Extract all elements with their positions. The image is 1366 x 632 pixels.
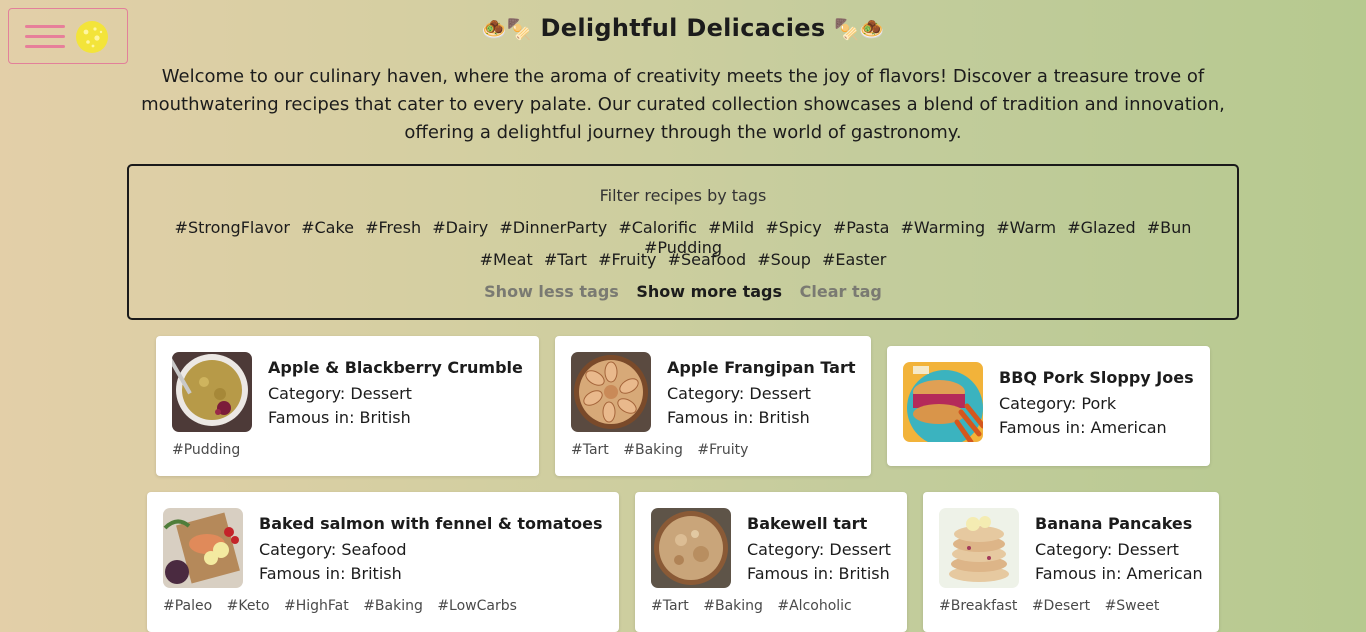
recipe-tag[interactable]: #Fruity [697, 442, 748, 458]
recipe-image [651, 508, 731, 588]
recipe-image [939, 508, 1019, 588]
recipe-tags: #Tart #Baking #Alcoholic [651, 598, 862, 614]
tag-filter-item[interactable]: #Seafood [668, 250, 747, 270]
recipe-name: Apple Frangipan Tart [667, 358, 856, 377]
recipe-category: Category: Pork [999, 394, 1117, 413]
recipe-tag[interactable]: #Pudding [172, 442, 240, 458]
recipe-area: Famous in: British [667, 408, 810, 427]
recipe-tag[interactable]: #Baking [623, 442, 683, 458]
filter-label: Filter recipes by tags [599, 186, 767, 205]
recipe-name: BBQ Pork Sloppy Joes [999, 368, 1194, 387]
show-less-tags-button[interactable]: Show less tags [484, 282, 619, 301]
recipe-info: BBQ Pork Sloppy Joes Category: Pork Famo… [999, 368, 1194, 440]
recipe-tag[interactable]: #Sweet [1105, 598, 1160, 614]
recipe-image [163, 508, 243, 588]
tag-filter-item[interactable]: #DinnerParty [499, 218, 607, 238]
tag-filter-item[interactable]: #Glazed [1067, 218, 1135, 238]
recipe-tags: #Tart #Baking #Fruity [571, 442, 758, 458]
recipe-name: Baked salmon with fennel & tomatoes [259, 514, 603, 533]
tag-filter-item[interactable]: #Easter [822, 250, 886, 270]
recipe-card[interactable]: Baked salmon with fennel & tomatoes Cate… [147, 492, 619, 632]
recipe-tag[interactable]: #Alcoholic [777, 598, 851, 614]
tag-filter-item[interactable]: #Spicy [765, 218, 821, 238]
tag-filter-item[interactable]: #Cake [301, 218, 354, 238]
tag-filter-item[interactable]: #Warm [996, 218, 1056, 238]
tag-filter-item[interactable]: #Pasta [833, 218, 890, 238]
recipe-area: Famous in: British [747, 564, 890, 583]
clear-tag-button[interactable]: Clear tag [800, 282, 882, 301]
recipe-category: Category: Seafood [259, 540, 407, 559]
intro-paragraph: Welcome to our culinary haven, where the… [141, 66, 1225, 143]
recipe-tags: #Breakfast #Desert #Sweet [939, 598, 1169, 614]
recipe-card[interactable]: Bakewell tart Category: Dessert Famous i… [635, 492, 907, 632]
recipe-category: Category: Dessert [268, 384, 412, 403]
recipe-category: Category: Dessert [1035, 540, 1179, 559]
tag-filter-item[interactable]: #Soup [757, 250, 811, 270]
tag-row-2: #Meat #Tart #Fruity #Seafood #Soup #East… [129, 250, 1237, 270]
recipe-area: Famous in: American [1035, 564, 1203, 583]
recipe-info: Apple & Blackberry Crumble Category: Des… [268, 358, 523, 430]
show-more-tags-button[interactable]: Show more tags [636, 282, 782, 301]
recipe-tag[interactable]: #HighFat [284, 598, 349, 614]
page-title-text: Delightful Delicacies [540, 14, 826, 42]
recipe-card[interactable]: Apple Frangipan Tart Category: Dessert F… [555, 336, 871, 476]
tag-filter-item[interactable]: #Mild [708, 218, 754, 238]
recipe-info: Banana Pancakes Category: Dessert Famous… [1035, 514, 1203, 586]
recipe-category: Category: Dessert [747, 540, 891, 559]
recipe-image [903, 362, 983, 442]
recipe-name: Bakewell tart [747, 514, 868, 533]
recipe-tag[interactable]: #Baking [363, 598, 423, 614]
recipe-tag[interactable]: #Baking [703, 598, 763, 614]
recipe-tags: #Pudding [172, 442, 250, 458]
recipe-info: Apple Frangipan Tart Category: Dessert F… [667, 358, 856, 430]
tag-filter-item[interactable]: #StrongFlavor [175, 218, 290, 238]
recipe-image [571, 352, 651, 432]
food-emoji-left-icon: 🧆🍢 [481, 17, 532, 41]
recipe-info: Bakewell tart Category: Dessert Famous i… [747, 514, 891, 586]
tag-filter-item[interactable]: #Fruity [598, 250, 656, 270]
recipe-name: Apple & Blackberry Crumble [268, 358, 523, 377]
recipe-category: Category: Dessert [667, 384, 811, 403]
recipe-card[interactable]: Apple & Blackberry Crumble Category: Des… [156, 336, 539, 476]
tag-filter-panel: Filter recipes by tags #StrongFlavor #Ca… [127, 164, 1239, 320]
recipe-area: Famous in: British [259, 564, 402, 583]
recipe-tag[interactable]: #Tart [651, 598, 689, 614]
page-title: 🧆🍢 Delightful Delicacies 🍢🧆 [0, 14, 1366, 42]
tag-filter-item[interactable]: #Dairy [432, 218, 488, 238]
recipe-name: Banana Pancakes [1035, 514, 1193, 533]
recipe-tags: #Paleo #Keto #HighFat #Baking #LowCarbs [163, 598, 527, 614]
recipe-image [172, 352, 252, 432]
tag-controls: Show less tags Show more tags Clear tag [129, 282, 1237, 301]
recipe-card[interactable]: BBQ Pork Sloppy Joes Category: Pork Famo… [887, 346, 1210, 466]
tag-filter-item[interactable]: #Meat [480, 250, 533, 270]
tag-filter-item[interactable]: #Fresh [365, 218, 421, 238]
recipe-tag[interactable]: #LowCarbs [437, 598, 517, 614]
tag-filter-item[interactable]: #Calorific [618, 218, 697, 238]
recipe-tag[interactable]: #Paleo [163, 598, 212, 614]
tag-filter-item[interactable]: #Bun [1147, 218, 1192, 238]
recipe-tag[interactable]: #Keto [227, 598, 270, 614]
food-emoji-right-icon: 🍢🧆 [834, 17, 885, 41]
recipe-info: Baked salmon with fennel & tomatoes Cate… [259, 514, 603, 586]
recipe-area: Famous in: British [268, 408, 411, 427]
recipe-tag[interactable]: #Breakfast [939, 598, 1017, 614]
tag-filter-item[interactable]: #Warming [901, 218, 986, 238]
recipe-tag[interactable]: #Tart [571, 442, 609, 458]
recipe-area: Famous in: American [999, 418, 1167, 437]
tag-filter-item[interactable]: #Tart [544, 250, 587, 270]
recipe-tag[interactable]: #Desert [1032, 598, 1090, 614]
recipe-card[interactable]: Banana Pancakes Category: Dessert Famous… [923, 492, 1219, 632]
